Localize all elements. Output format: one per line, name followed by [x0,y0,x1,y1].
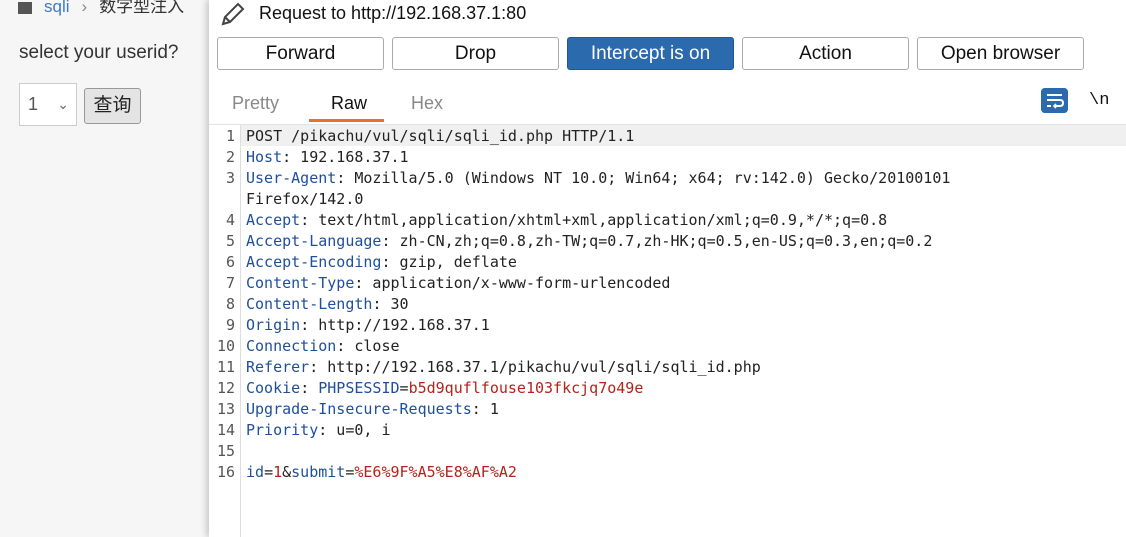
header-accept-language: Accept-Language: zh-CN,zh;q=0.8,zh-TW;q=… [246,232,933,250]
request-title: Request to http://192.168.37.1:80 [259,3,527,23]
header-referer: Referer: http://192.168.37.1/pikachu/vul… [246,358,761,376]
intercept-toolbar: Forward Drop Intercept is on Action Open… [217,37,1084,70]
request-body: id=1&submit=%E6%9F%A5%E8%AF%A2 [246,463,517,481]
home-icon[interactable] [18,1,32,14]
intercept-toggle-button[interactable]: Intercept is on [567,37,734,70]
request-editor[interactable]: 1 2 3 4 5 6 7 8 9 10 11 12 13 14 15 16 P… [209,125,1126,537]
header-origin: Origin: http://192.168.37.1 [246,316,490,334]
line-number: 6 [225,253,235,271]
line-number: 7 [225,274,235,292]
query-button[interactable]: 查询 [84,88,141,124]
open-browser-button[interactable]: Open browser [917,37,1084,70]
line-number: 9 [225,316,235,334]
header-content-type: Content-Type: application/x-www-form-url… [246,274,671,292]
tab-raw[interactable]: Raw [331,93,367,114]
newline-toggle-icon[interactable]: \n [1089,91,1109,110]
header-host: Host: 192.168.37.1 [246,148,409,166]
header-user-agent-wrap: Firefox/142.0 [246,190,364,208]
line-number: 10 [216,337,235,355]
gutter-divider [240,125,241,537]
forward-button[interactable]: Forward [217,37,384,70]
line-number: 8 [225,295,235,313]
word-wrap-icon[interactable] [1041,88,1068,113]
breadcrumb-link[interactable]: sqli [44,0,70,16]
pencil-icon[interactable] [219,0,247,28]
header-priority: Priority: u=0, i [246,421,391,439]
request-line: POST /pikachu/vul/sqli/sqli_id.php HTTP/… [246,127,635,145]
header-upgrade-insecure-requests: Upgrade-Insecure-Requests: 1 [246,400,499,418]
burp-intercept-panel: Request to http://192.168.37.1:80 Forwar… [209,0,1126,537]
line-number: 11 [216,358,235,376]
drop-button[interactable]: Drop [392,37,559,70]
line-number: 3 [225,169,235,187]
line-number: 13 [216,400,235,418]
view-tabs: Pretty Raw Hex \n [209,78,1126,125]
line-number: 2 [225,148,235,166]
action-button[interactable]: Action [742,37,909,70]
breadcrumb: sqli › 数字型注入 [18,0,184,17]
line-number: 5 [225,232,235,250]
header-cookie: Cookie: PHPSESSID=b5d9quflfouse103fkcjq7… [246,379,644,397]
userid-select[interactable]: 1 ⌄ [19,83,77,126]
tab-hex[interactable]: Hex [411,93,443,114]
userid-select-value: 1 [28,94,39,114]
background-webpage: sqli › 数字型注入 select your userid? 1 ⌄ 查询 [0,0,215,537]
line-number: 12 [216,379,235,397]
line-number: 4 [225,211,235,229]
tab-pretty[interactable]: Pretty [232,93,279,114]
header-accept: Accept: text/html,application/xhtml+xml,… [246,211,888,229]
userid-question: select your userid? [19,42,179,63]
header-content-length: Content-Length: 30 [246,295,409,313]
header-connection: Connection: close [246,337,400,355]
header-accept-encoding: Accept-Encoding: gzip, deflate [246,253,517,271]
line-number: 1 [225,127,235,145]
line-number: 14 [216,421,235,439]
chevron-down-icon: ⌄ [57,96,69,112]
request-title-bar: Request to http://192.168.37.1:80 [219,0,526,27]
header-user-agent: User-Agent: Mozilla/5.0 (Windows NT 10.0… [246,169,951,187]
breadcrumb-current: 数字型注入 [99,0,185,16]
line-number: 16 [216,463,235,481]
line-number: 15 [216,442,235,460]
chevron-right-icon: › [81,0,88,16]
active-tab-underline [309,119,384,122]
